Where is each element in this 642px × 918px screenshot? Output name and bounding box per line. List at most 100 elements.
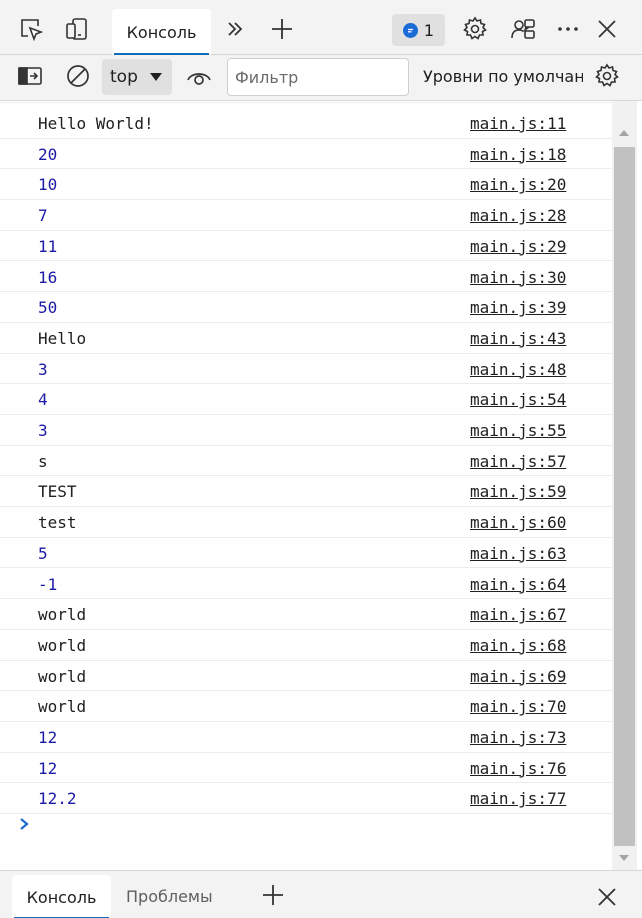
log-source-link[interactable]: main.js:73 [470, 728, 566, 747]
devtools-tab-bar: Консоль 1 [0, 0, 642, 55]
log-message: 3 [38, 359, 48, 379]
messages-count: 1 [423, 20, 435, 40]
tab-console[interactable]: Консоль [112, 9, 211, 55]
log-row: 4 main.js:54 [0, 384, 612, 415]
console-scrollbar[interactable] [612, 101, 637, 870]
drawer-close-icon[interactable] [592, 882, 622, 912]
log-source-link[interactable]: main.js:11 [470, 114, 566, 133]
log-row: 3 main.js:55 [0, 415, 612, 446]
scroll-down-arrow-icon[interactable] [619, 855, 629, 861]
sidebar-toggle-icon[interactable] [15, 61, 45, 91]
live-expression-eye-icon[interactable] [184, 61, 214, 91]
log-row: world main.js:68 [0, 630, 612, 661]
log-message: world [38, 605, 87, 625]
log-message: 3 [38, 421, 48, 440]
close-devtools-icon[interactable] [592, 14, 622, 44]
log-message: 12.2 [38, 789, 77, 809]
log-source-link[interactable]: main.js:67 [470, 605, 566, 624]
log-message: Hello [38, 328, 87, 348]
log-row: 12.2 main.js:77 [0, 783, 612, 815]
log-row: 10 main.js:20 [0, 169, 612, 201]
console-output[interactable]: Hello World! main.js:11 20 main.js:18 10 main… [0, 101, 612, 870]
console-prompt-chevron-icon[interactable] [18, 816, 32, 832]
log-source-link[interactable]: main.js:30 [470, 268, 566, 287]
inspect-element-icon[interactable] [16, 14, 46, 44]
log-message: test [38, 513, 77, 533]
more-tabs-icon[interactable] [220, 14, 250, 44]
log-message: s [38, 451, 48, 471]
log-row: 3 main.js:48 [0, 354, 612, 385]
log-source-link[interactable]: main.js:43 [470, 329, 566, 348]
log-source-link[interactable]: main.js:28 [470, 206, 566, 225]
log-row: 12 main.js:73 [0, 722, 612, 753]
log-row: 7 main.js:28 [0, 200, 612, 231]
log-message: 12 [38, 758, 58, 778]
console-settings-gear-icon[interactable] [592, 61, 622, 91]
log-row: s main.js:57 [0, 446, 612, 477]
log-message: Hello World! [38, 114, 154, 133]
log-message: world [38, 635, 87, 655]
log-source-link[interactable]: main.js:59 [470, 482, 566, 501]
tab-console-label: Консоль [126, 22, 197, 42]
log-source-link[interactable]: main.js:55 [470, 421, 566, 440]
log-source-link[interactable]: main.js:54 [470, 390, 566, 409]
log-message: 4 [38, 390, 48, 410]
log-row: Hello World! main.js:11 [0, 108, 612, 139]
log-message: 7 [38, 206, 48, 226]
log-source-link[interactable]: main.js:57 [470, 452, 566, 471]
log-message: 10 [38, 175, 58, 195]
log-message: world [38, 697, 87, 717]
log-row: 12 main.js:76 [0, 753, 612, 784]
log-row: 11 main.js:29 [0, 231, 612, 262]
log-row: 5 main.js:63 [0, 538, 612, 569]
log-message: -1 [38, 574, 58, 594]
log-source-link[interactable]: main.js:39 [470, 298, 566, 317]
clear-console-icon[interactable] [63, 61, 93, 91]
clipped-log-row [0, 101, 612, 103]
drawer-tab-console[interactable]: Консоль [12, 875, 111, 918]
log-message: 16 [38, 267, 58, 287]
log-message: 11 [38, 236, 58, 256]
log-message: 12 [38, 728, 58, 747]
scrollbar-thumb[interactable] [614, 147, 635, 846]
log-source-link[interactable]: main.js:64 [470, 575, 566, 594]
log-source-link[interactable]: main.js:76 [470, 759, 566, 778]
drawer-tab-bar: Консоль Проблемы [0, 870, 642, 918]
log-message: 50 [38, 298, 58, 318]
drawer-add-tab-icon[interactable] [258, 880, 288, 910]
log-levels-dropdown[interactable]: Уровни по умолчан [423, 67, 583, 86]
log-source-link[interactable]: main.js:68 [470, 636, 566, 655]
drawer-tab-issues[interactable]: Проблемы [126, 887, 213, 906]
message-bubble-icon [402, 22, 418, 38]
log-source-link[interactable]: main.js:60 [470, 513, 566, 532]
context-selector[interactable]: top [102, 59, 172, 95]
log-source-link[interactable]: main.js:20 [470, 175, 566, 194]
log-source-link[interactable]: main.js:29 [470, 237, 566, 256]
log-source-link[interactable]: main.js:77 [470, 789, 566, 808]
messages-count-button[interactable]: 1 [392, 14, 445, 46]
log-source-link[interactable]: main.js:48 [470, 360, 566, 379]
feedback-icon[interactable] [508, 14, 538, 44]
settings-gear-icon[interactable] [460, 14, 490, 44]
log-row: test main.js:60 [0, 507, 612, 538]
context-selector-value: top [110, 67, 138, 87]
log-source-link[interactable]: main.js:63 [470, 544, 566, 563]
log-row: Hello main.js:43 [0, 323, 612, 354]
log-row: 16 main.js:30 [0, 262, 612, 293]
more-options-icon[interactable] [553, 14, 583, 44]
add-tab-icon[interactable] [267, 14, 297, 44]
log-row: world main.js:70 [0, 691, 612, 722]
dropdown-arrow-icon [150, 73, 162, 81]
device-emulation-icon[interactable] [62, 14, 92, 44]
log-row: 50 main.js:39 [0, 292, 612, 323]
console-toolbar: top Уровни по умолчан [0, 55, 642, 101]
scroll-up-arrow-icon[interactable] [619, 130, 629, 136]
log-source-link[interactable]: main.js:70 [470, 697, 566, 716]
log-source-link[interactable]: main.js:69 [470, 667, 566, 686]
log-source-link[interactable]: main.js:18 [470, 145, 566, 164]
filter-input[interactable] [227, 58, 409, 96]
log-message: world [38, 666, 87, 686]
log-message: TEST [38, 482, 77, 502]
log-message: 20 [38, 144, 58, 164]
log-row: world main.js:69 [0, 661, 612, 692]
